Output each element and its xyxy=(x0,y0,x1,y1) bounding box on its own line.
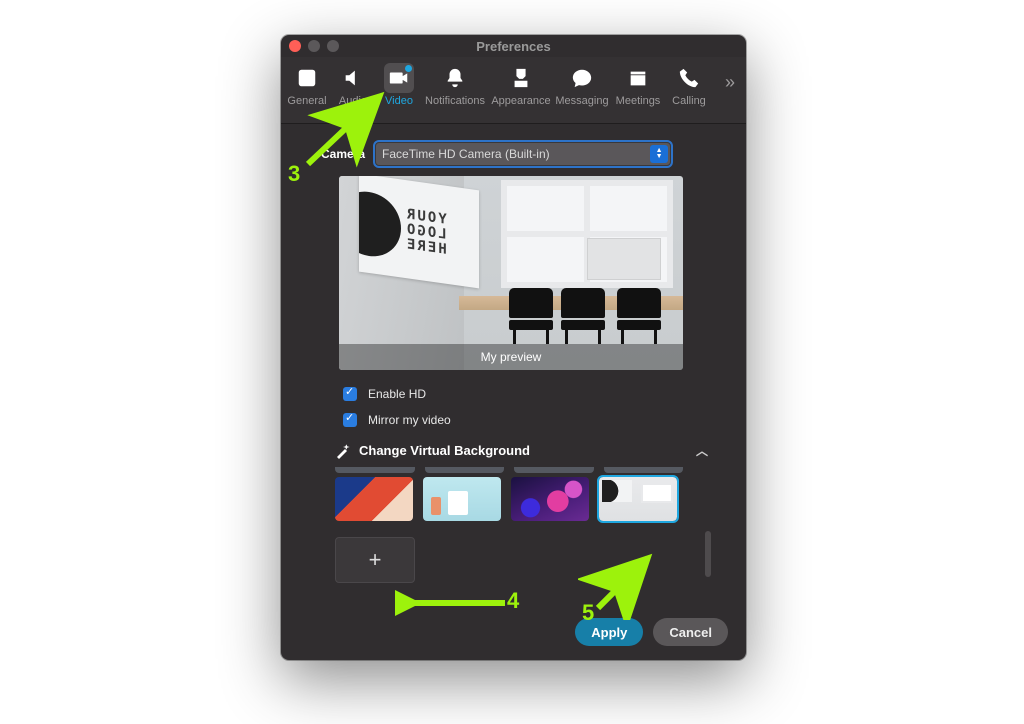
chevron-double-right-icon: » xyxy=(725,72,735,93)
virtual-bg-thumb-4[interactable] xyxy=(599,477,677,521)
speaker-icon xyxy=(338,63,368,93)
bell-icon xyxy=(440,63,470,93)
tab-general[interactable]: General xyxy=(285,61,329,107)
tab-calling[interactable]: Calling xyxy=(667,61,711,107)
virtual-bg-thumb-2[interactable] xyxy=(423,477,501,521)
preferences-window: Preferences General Audio Video xyxy=(281,35,746,660)
phone-icon xyxy=(674,63,704,93)
select-arrows-icon: ▲▼ xyxy=(650,145,668,163)
apply-button[interactable]: Apply xyxy=(575,618,643,646)
tab-meetings[interactable]: Meetings xyxy=(611,61,665,107)
tab-appearance[interactable]: Appearance xyxy=(489,61,553,107)
preferences-toolbar: General Audio Video Notifications xyxy=(281,57,746,124)
tab-label: General xyxy=(285,95,329,107)
virtual-bg-add-button[interactable]: + xyxy=(335,537,415,583)
preview-logo-text: YOURLOGOHERE xyxy=(405,207,447,258)
tab-video[interactable]: Video xyxy=(377,61,421,107)
apply-label: Apply xyxy=(591,625,627,640)
tab-label: Meetings xyxy=(611,95,665,107)
window-controls xyxy=(289,40,339,52)
virtual-bg-row-cut xyxy=(335,467,683,473)
mirror-video-row[interactable]: Mirror my video xyxy=(339,410,728,430)
preview-caption: My preview xyxy=(339,344,683,370)
plus-icon: + xyxy=(369,547,382,573)
camera-select[interactable]: FaceTime HD Camera (Built-in) ▲▼ xyxy=(375,142,671,166)
video-preview: YOURLOGOHERE My preview xyxy=(339,176,683,370)
virtual-bg-grid: + xyxy=(335,477,695,583)
virtual-bg-header[interactable]: Change Virtual Background ︿ xyxy=(335,442,728,459)
general-icon xyxy=(292,63,322,93)
tab-label: Messaging xyxy=(555,95,609,107)
enable-hd-row[interactable]: Enable HD xyxy=(339,384,728,404)
tab-notifications[interactable]: Notifications xyxy=(423,61,487,107)
camera-row: Camera FaceTime HD Camera (Built-in) ▲▼ xyxy=(321,142,728,166)
cancel-button[interactable]: Cancel xyxy=(653,618,728,646)
window-title: Preferences xyxy=(476,39,550,54)
tab-label: Notifications xyxy=(423,95,487,107)
dialog-footer: Apply Cancel xyxy=(575,618,728,646)
preferences-body: Camera FaceTime HD Camera (Built-in) ▲▼ … xyxy=(281,124,746,583)
virtual-bg-thumb-1[interactable] xyxy=(335,477,413,521)
brush-icon xyxy=(506,63,536,93)
tab-messaging[interactable]: Messaging xyxy=(555,61,609,107)
enable-hd-label: Enable HD xyxy=(368,387,426,401)
virtual-bg-scrollbar[interactable] xyxy=(705,531,711,577)
enable-hd-checkbox[interactable] xyxy=(343,387,357,401)
wand-icon xyxy=(335,443,351,459)
tab-label: Appearance xyxy=(489,95,553,107)
chat-icon xyxy=(567,63,597,93)
video-options: Enable HD Mirror my video xyxy=(339,384,728,430)
camera-selected-value: FaceTime HD Camera (Built-in) xyxy=(382,147,550,161)
calendar-icon xyxy=(623,63,653,93)
virtual-bg-thumb-3[interactable] xyxy=(511,477,589,521)
tab-label: Calling xyxy=(667,95,711,107)
chevron-up-icon: ︿ xyxy=(696,442,708,459)
tab-label: Audio xyxy=(331,95,375,107)
virtual-bg-title: Change Virtual Background xyxy=(359,443,530,458)
preview-logo-banner: YOURLOGOHERE xyxy=(359,176,479,288)
mirror-video-checkbox[interactable] xyxy=(343,413,357,427)
titlebar: Preferences xyxy=(281,35,746,57)
camera-label: Camera xyxy=(321,147,365,161)
minimize-window-button[interactable] xyxy=(308,40,320,52)
cancel-label: Cancel xyxy=(669,625,712,640)
camera-icon xyxy=(384,63,414,93)
badge-dot xyxy=(405,65,412,72)
toolbar-overflow-button[interactable]: » xyxy=(718,61,742,103)
mirror-video-label: Mirror my video xyxy=(368,413,451,427)
tab-audio[interactable]: Audio xyxy=(331,61,375,107)
tab-label: Video xyxy=(377,95,421,107)
close-window-button[interactable] xyxy=(289,40,301,52)
maximize-window-button[interactable] xyxy=(327,40,339,52)
